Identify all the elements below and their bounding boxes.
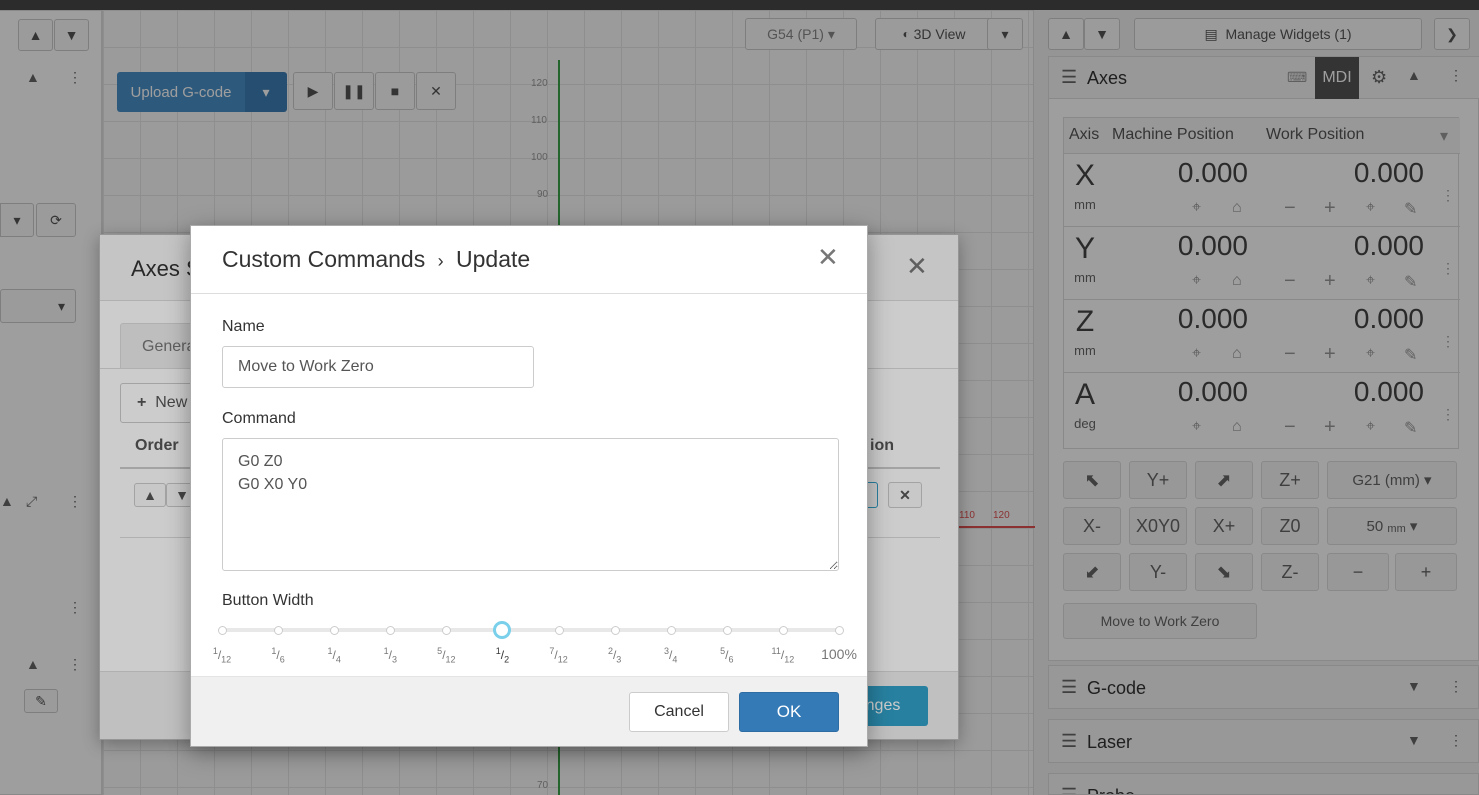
top-strip: [0, 0, 1479, 10]
slider-tick-label: 1/4: [327, 646, 341, 665]
dialog-footer: Cancel OK: [191, 676, 867, 746]
slider-tick[interactable]: [274, 626, 284, 635]
ok-label: OK: [776, 702, 802, 721]
dialog-title-separator: ›: [437, 251, 444, 271]
slider-tick-label: 100%: [821, 646, 857, 662]
slider-tick[interactable]: [554, 626, 564, 635]
dialog-header: Custom Commands › Update ✕: [191, 226, 867, 294]
dialog-title-action: Update: [456, 246, 531, 272]
ok-button[interactable]: OK: [739, 692, 839, 732]
button-width-slider[interactable]: [218, 618, 844, 642]
slider-tick-label: 2/3: [607, 646, 622, 665]
slider-tick-label: 5/12: [437, 646, 456, 665]
dialog-title-section: Custom Commands: [222, 246, 426, 272]
slider-tick[interactable]: [778, 626, 788, 635]
dialog-title: Custom Commands › Update: [222, 246, 530, 273]
slider-tick[interactable]: [218, 626, 227, 635]
slider-tick[interactable]: [386, 626, 396, 635]
custom-commands-dialog: Custom Commands › Update ✕ Name Command …: [190, 225, 868, 747]
slider-tick-label: 7/12: [549, 646, 568, 665]
slider-tick-label: 1/2: [495, 646, 510, 665]
slider-tick[interactable]: [722, 626, 732, 635]
slider-tick[interactable]: [835, 626, 844, 635]
slider-tick-label: 11/12: [771, 646, 795, 665]
slider-tick-label: 1/3: [383, 646, 397, 665]
slider-track: [222, 628, 839, 632]
name-input[interactable]: [222, 346, 534, 388]
slider-tick[interactable]: [442, 626, 452, 635]
slider-tick-label: 1/12: [212, 646, 232, 665]
command-textarea[interactable]: G0 Z0 G0 X0 Y0: [222, 438, 839, 571]
slider-handle[interactable]: [493, 621, 512, 639]
button-width-label: Button Width: [222, 592, 314, 609]
slider-tick[interactable]: [330, 626, 340, 635]
cancel-label: Cancel: [654, 703, 704, 720]
slider-tick-label: 5/6: [720, 646, 734, 665]
close-icon[interactable]: ✕: [817, 242, 839, 273]
slider-tick-label: 1/6: [271, 646, 285, 665]
slider-tick-label: 3/4: [664, 646, 678, 665]
command-label: Command: [222, 410, 296, 427]
slider-tick[interactable]: [610, 626, 620, 635]
cancel-button[interactable]: Cancel: [629, 692, 729, 732]
slider-tick[interactable]: [666, 626, 676, 635]
name-label: Name: [222, 318, 265, 335]
